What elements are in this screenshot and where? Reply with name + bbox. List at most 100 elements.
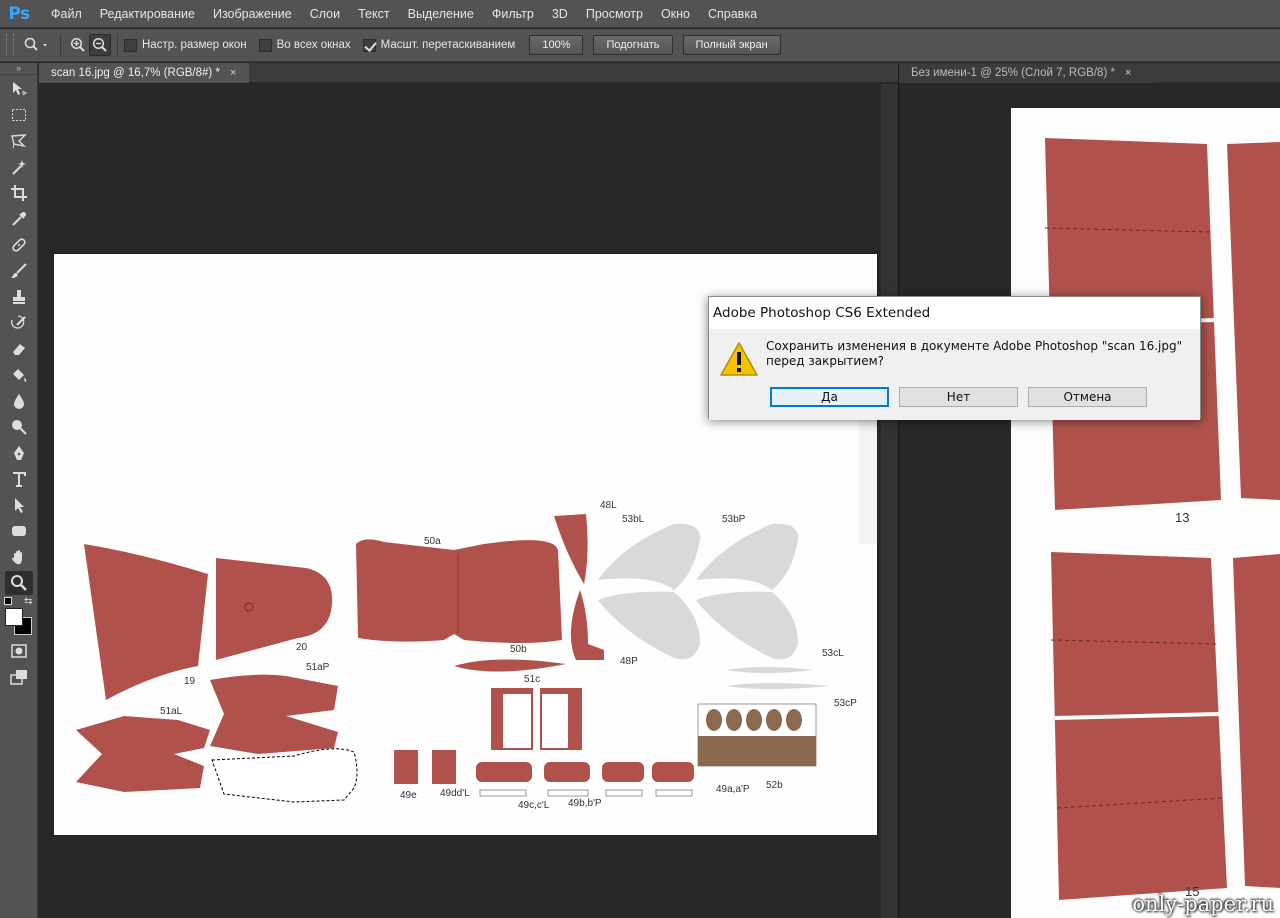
menu-file[interactable]: Файл [42,0,91,28]
label-52b: 52b [766,780,783,791]
menu-edit[interactable]: Редактирование [91,0,204,28]
vertical-scrollbar[interactable] [881,84,898,918]
label-49ccL: 49c,c'L [518,800,550,811]
resize-windows-label: Настр. размер окон [142,39,247,51]
close-tab-icon[interactable]: × [230,63,236,83]
paint-bucket-tool-icon[interactable] [5,363,33,387]
fit-screen-button[interactable]: Подогнать [593,35,673,55]
tab-scan16-label: scan 16.jpg @ 16,7% (RGB/8#) * [51,67,220,79]
warning-icon [719,341,759,377]
pen-tool-icon[interactable] [5,441,33,465]
menu-filter[interactable]: Фильтр [483,0,543,28]
menu-3d[interactable]: 3D [543,0,577,28]
brush-tool-icon[interactable] [5,259,33,283]
swap-colors-icon[interactable]: ⇆ [24,596,32,607]
part-15 [1051,552,1227,900]
label-51c: 51c [524,674,540,685]
healing-brush-tool-icon[interactable] [5,233,33,257]
save-changes-dialog: Adobe Photoshop CS6 Extended Сохранить и… [708,296,1201,420]
label-20: 20 [296,642,308,653]
label-53bL: 53bL [622,514,645,525]
screen-mode-icon[interactable] [5,665,33,689]
yes-button[interactable]: Да [770,387,889,407]
eraser-tool-icon[interactable] [5,337,33,361]
tools-collapse-icon[interactable]: » [0,63,37,75]
label-49e: 49e [400,790,417,801]
zoom-in-icon[interactable] [67,34,89,56]
part-14 [1227,142,1280,500]
watermark: only-paper.ru [1132,892,1274,916]
tab-untitled1[interactable]: Без имени-1 @ 25% (Слой 7, RGB/8) * × [899,63,1159,83]
dialog-message: Сохранить изменения в документе Adobe Ph… [766,339,1183,368]
photoshop-logo: Ps [8,3,30,24]
part-49e [394,750,418,784]
type-tool-icon[interactable] [5,467,33,491]
clone-stamp-tool-icon[interactable] [5,285,33,309]
default-colors-icon[interactable] [4,597,12,605]
all-windows-checkbox[interactable]: Во всех окнах [258,38,351,52]
scrubby-zoom-label: Масшт. перетаскиванием [380,39,516,51]
menu-select[interactable]: Выделение [399,0,483,28]
move-tool-icon[interactable] [5,77,33,101]
menu-image[interactable]: Изображение [204,0,301,28]
label-53cL: 53cL [822,648,844,659]
photoshop-window: Ps Файл Редактирование Изображение Слои … [0,0,1280,918]
dialog-body: Сохранить изменения в документе Adobe Ph… [709,329,1200,420]
part-49dd [432,750,456,784]
resize-windows-checkbox[interactable]: Настр. размер окон [124,38,247,52]
actual-pixels-button[interactable]: 100% [529,35,584,55]
cancel-button[interactable]: Отмена [1028,387,1147,407]
part-50a [356,539,562,643]
label-49aaP: 49a,a'P [716,784,750,795]
tab-scan16[interactable]: scan 16.jpg @ 16,7% (RGB/8#) * × [39,63,249,83]
zoom-tool-icon[interactable] [5,571,33,595]
label-51aL: 51aL [160,706,183,717]
checkbox-box-checked[interactable] [362,38,376,52]
crop-tool-icon[interactable] [5,181,33,205]
quick-mask-icon[interactable] [5,639,33,663]
label-13: 13 [1175,510,1189,525]
foreground-color-swatch[interactable] [5,608,23,626]
paper-model-parts-2: 13 15 [1044,138,1280,900]
dodge-tool-icon[interactable] [5,415,33,439]
hand-tool-icon[interactable] [5,545,33,569]
menu-type[interactable]: Текст [349,0,398,28]
close-tab-icon[interactable]: × [1125,63,1131,83]
blur-tool-icon[interactable] [5,389,33,413]
marquee-tool-icon[interactable] [5,103,33,127]
document-tab-bar: scan 16.jpg @ 16,7% (RGB/8#) * × [39,63,898,83]
separator [60,34,61,56]
part-49bb [544,762,590,782]
menu-layer[interactable]: Слои [301,0,349,28]
part-49aa-1 [602,762,644,782]
color-swatches[interactable]: ⇆ [0,596,37,635]
label-53bP: 53bP [722,514,746,525]
menu-view[interactable]: Просмотр [577,0,652,28]
options-grip[interactable] [6,34,14,56]
path-selection-tool-icon[interactable] [5,493,33,517]
label-51aP: 51aP [306,662,330,673]
scrubby-zoom-checkbox[interactable]: Масшт. перетаскиванием [362,38,516,52]
separator [117,34,118,56]
zoom-tool-preset-icon[interactable] [20,34,54,56]
eyedropper-tool-icon[interactable] [5,207,33,231]
fill-screen-button[interactable]: Полный экран [682,35,781,55]
label-49ddL: 49dd'L [440,788,470,799]
label-50a: 50a [424,536,441,547]
tab-untitled1-label: Без имени-1 @ 25% (Слой 7, RGB/8) * [911,67,1115,79]
zoom-out-icon[interactable] [89,34,111,56]
all-windows-label: Во всех окнах [276,39,351,51]
history-brush-tool-icon[interactable] [5,311,33,335]
tools-panel: » ⇆ [0,63,38,918]
menu-bar: Ps Файл Редактирование Изображение Слои … [0,0,1280,28]
label-49bbP: 49b,b'P [568,798,602,809]
checkbox-box[interactable] [124,38,137,52]
menu-window[interactable]: Окно [652,0,699,28]
magic-wand-tool-icon[interactable] [5,155,33,179]
rectangle-tool-icon[interactable] [5,519,33,543]
lasso-tool-icon[interactable] [5,129,33,153]
no-button[interactable]: Нет [899,387,1018,407]
menu-help[interactable]: Справка [699,0,766,28]
checkbox-box[interactable] [258,38,272,52]
document-canvas-2[interactable]: 13 15 [1011,108,1280,918]
